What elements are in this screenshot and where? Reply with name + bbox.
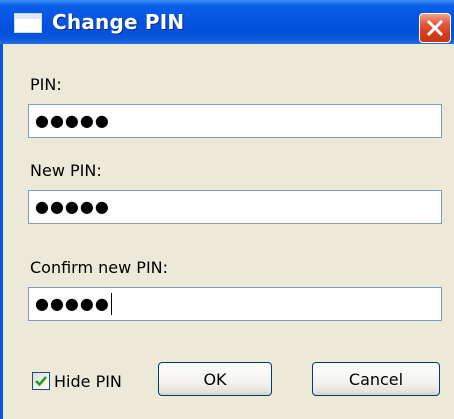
new-pin-field[interactable]: ●●●●● [28, 190, 442, 224]
confirm-pin-field[interactable]: ●●●●● [28, 287, 442, 321]
confirm-pin-label: Confirm new PIN: [30, 258, 169, 277]
pin-field-value: ●●●●● [35, 111, 110, 130]
window-title: Change PIN [52, 10, 185, 34]
hide-pin-checkbox[interactable] [32, 372, 50, 390]
new-pin-field-value: ●●●●● [35, 197, 110, 216]
pin-field[interactable]: ●●●●● [28, 104, 442, 138]
confirm-pin-field-value: ●●●●● [35, 293, 112, 315]
ok-button[interactable]: OK [158, 362, 272, 396]
window-icon [14, 13, 42, 33]
new-pin-label: New PIN: [30, 161, 102, 180]
text-caret [110, 293, 112, 315]
hide-pin-checkbox-row[interactable]: Hide PIN [32, 370, 122, 392]
pin-label: PIN: [30, 75, 62, 94]
cancel-button[interactable]: Cancel [312, 362, 440, 396]
close-button[interactable] [419, 13, 451, 43]
hide-pin-label: Hide PIN [54, 371, 122, 391]
change-pin-dialog: Change PIN PIN: ●●●●● New PIN: ●●●●● Con… [0, 0, 454, 419]
confirm-pin-masked-text: ●●●●● [35, 294, 110, 313]
checkmark-icon [35, 376, 47, 387]
title-bar[interactable]: Change PIN [0, 0, 454, 44]
close-icon [426, 19, 444, 37]
